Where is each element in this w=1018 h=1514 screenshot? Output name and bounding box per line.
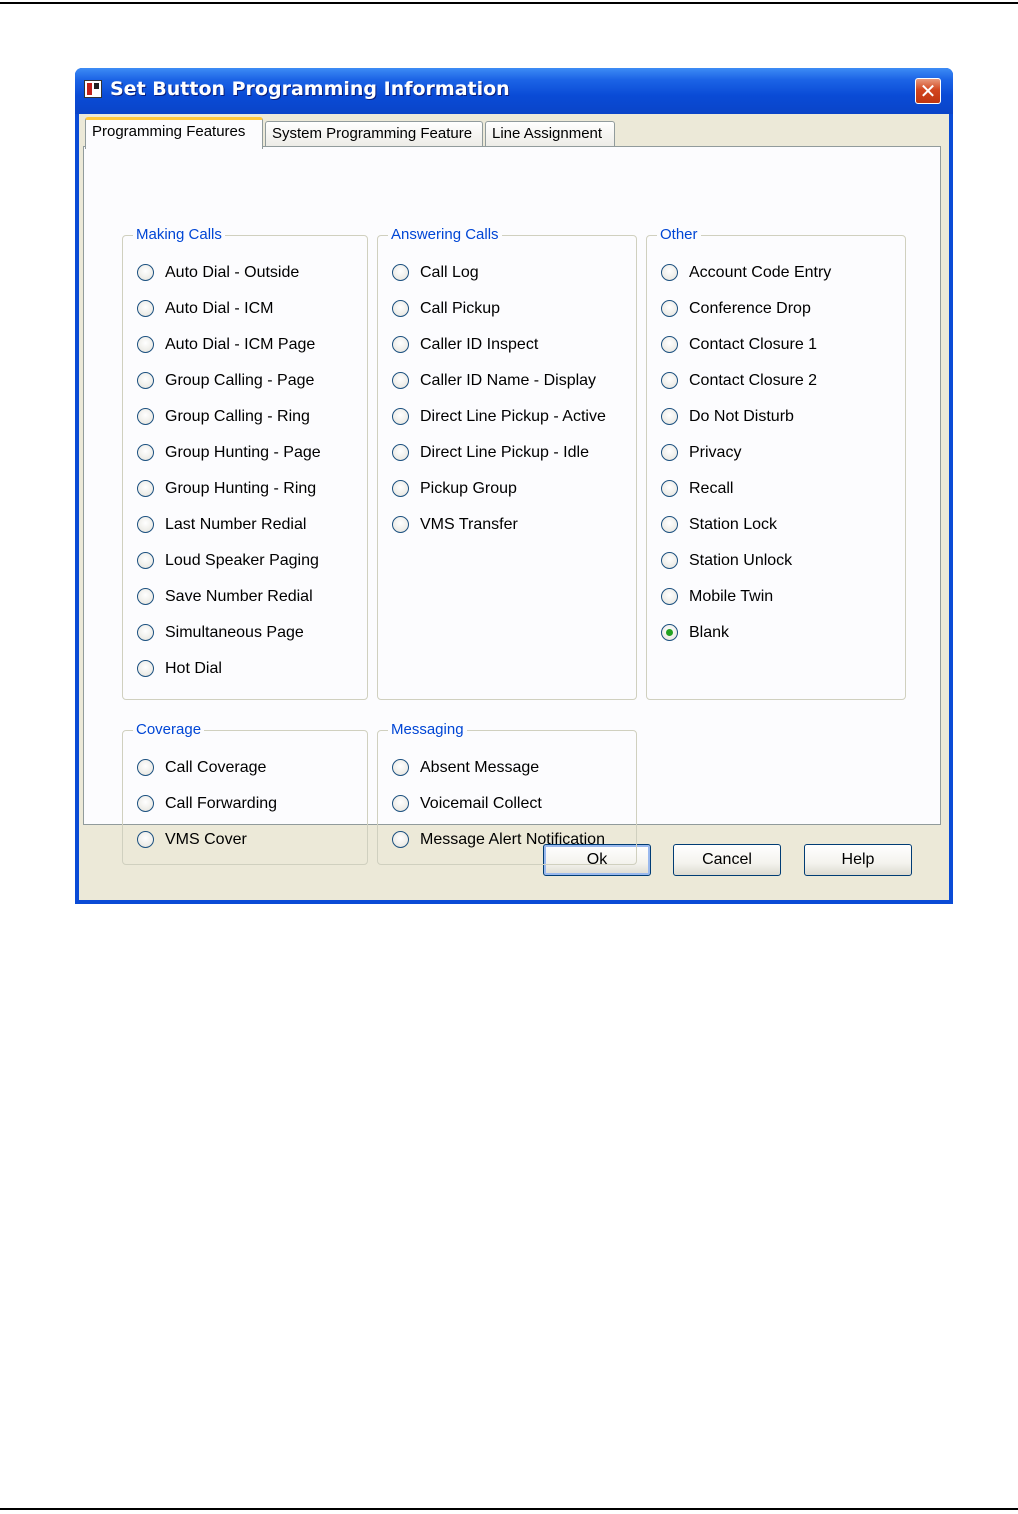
radio-label[interactable]: Group Hunting - Ring	[165, 478, 316, 500]
tab-panel: Making Calls Auto Dial - Outside Auto Dia…	[83, 146, 941, 865]
radio-label[interactable]: Absent Message	[420, 757, 539, 779]
radio-label[interactable]: Last Number Redial	[165, 514, 306, 536]
radio-label[interactable]: Pickup Group	[420, 478, 517, 500]
radio-label[interactable]: VMS Transfer	[420, 514, 518, 536]
radio-label[interactable]: Hot Dial	[165, 658, 222, 680]
group-other: Other Account Code Entry Conference Drop C…	[646, 226, 906, 700]
group-coverage: Coverage Call Coverage Call Forwarding VMS…	[122, 721, 368, 865]
radio-button[interactable]	[392, 795, 409, 812]
radio-button[interactable]	[137, 480, 154, 497]
radio-label[interactable]: Auto Dial - Outside	[165, 262, 299, 284]
dialog-window: Set Button Programming Information ✕ Pro…	[75, 68, 953, 904]
group-title-answering-calls: Answering Calls	[388, 226, 502, 244]
radio-button[interactable]	[661, 552, 678, 569]
radio-label[interactable]: Call Forwarding	[165, 793, 277, 815]
radio-button[interactable]	[137, 336, 154, 353]
radio-button[interactable]	[137, 759, 154, 776]
radio-label[interactable]: Station Unlock	[689, 550, 792, 572]
radio-label[interactable]: VMS Cover	[165, 829, 247, 851]
title-bar[interactable]: Set Button Programming Information ✕	[75, 68, 953, 114]
radio-button[interactable]	[137, 660, 154, 677]
radio-button[interactable]	[137, 300, 154, 317]
radio-button[interactable]	[392, 480, 409, 497]
radio-button[interactable]	[392, 300, 409, 317]
radio-button[interactable]	[661, 480, 678, 497]
radio-label[interactable]: Auto Dial - ICM	[165, 298, 273, 320]
radio-label[interactable]: Voicemail Collect	[420, 793, 542, 815]
radio-label[interactable]: Group Calling - Page	[165, 370, 314, 392]
radio-label[interactable]: Direct Line Pickup - Idle	[420, 442, 589, 464]
page-bottom-rule	[0, 1508, 1018, 1510]
close-button[interactable]: ✕	[915, 78, 941, 104]
radio-label[interactable]: Call Pickup	[420, 298, 500, 320]
radio-button[interactable]	[661, 336, 678, 353]
radio-label[interactable]: Caller ID Name - Display	[420, 370, 596, 392]
radio-button[interactable]	[137, 516, 154, 533]
radio-label[interactable]: Recall	[689, 478, 733, 500]
radio-button[interactable]	[392, 336, 409, 353]
radio-label[interactable]: Loud Speaker Paging	[165, 550, 319, 572]
radio-button[interactable]	[392, 516, 409, 533]
group-messaging: Messaging Absent Message Voicemail Collec…	[377, 721, 637, 865]
radio-label[interactable]: Call Coverage	[165, 757, 266, 779]
group-title-messaging: Messaging	[388, 721, 467, 739]
app-icon	[84, 80, 102, 98]
radio-label[interactable]: Privacy	[689, 442, 741, 464]
radio-button[interactable]	[661, 408, 678, 425]
radio-button[interactable]	[661, 444, 678, 461]
radio-label[interactable]: Contact Closure 2	[689, 370, 817, 392]
radio-label[interactable]: Message Alert Notification	[420, 829, 605, 851]
group-title-other: Other	[657, 226, 701, 244]
radio-label[interactable]: Group Hunting - Page	[165, 442, 321, 464]
cancel-button[interactable]: Cancel	[673, 844, 781, 876]
radio-label[interactable]: Account Code Entry	[689, 262, 831, 284]
radio-label[interactable]: Conference Drop	[689, 298, 811, 320]
radio-label[interactable]: Auto Dial - ICM Page	[165, 334, 315, 356]
radio-button[interactable]	[137, 408, 154, 425]
radio-label[interactable]: Contact Closure 1	[689, 334, 817, 356]
radio-button[interactable]	[137, 552, 154, 569]
radio-label[interactable]: Station Lock	[689, 514, 777, 536]
page-top-rule	[0, 2, 1018, 4]
tab-line-assignment[interactable]: Line Assignment	[485, 121, 615, 147]
radio-label[interactable]: Caller ID Inspect	[420, 334, 538, 356]
group-making-calls: Making Calls Auto Dial - Outside Auto Dia…	[122, 226, 368, 700]
radio-button[interactable]	[392, 759, 409, 776]
radio-button[interactable]	[392, 264, 409, 281]
dialog-client-area: Programming Features System Programming …	[79, 114, 949, 900]
radio-button[interactable]	[137, 372, 154, 389]
window-title: Set Button Programming Information	[110, 78, 510, 100]
radio-button[interactable]	[137, 795, 154, 812]
radio-button[interactable]	[137, 624, 154, 641]
radio-label[interactable]: Save Number Redial	[165, 586, 313, 608]
radio-label[interactable]: Call Log	[420, 262, 479, 284]
radio-button[interactable]	[392, 408, 409, 425]
radio-button[interactable]	[392, 372, 409, 389]
help-button[interactable]: Help	[804, 844, 912, 876]
radio-button[interactable]	[392, 444, 409, 461]
radio-button[interactable]	[392, 831, 409, 848]
radio-label[interactable]: Mobile Twin	[689, 586, 773, 608]
radio-button[interactable]	[661, 300, 678, 317]
radio-label[interactable]: Direct Line Pickup - Active	[420, 406, 606, 428]
tab-system-programming-feature[interactable]: System Programming Feature	[265, 121, 483, 147]
radio-button[interactable]	[137, 588, 154, 605]
group-title-coverage: Coverage	[133, 721, 205, 739]
radio-button[interactable]	[661, 264, 678, 281]
radio-button[interactable]	[661, 372, 678, 389]
radio-button[interactable]	[137, 444, 154, 461]
group-title-making-calls: Making Calls	[133, 226, 225, 244]
tab-programming-features[interactable]: Programming Features	[85, 117, 263, 149]
radio-button[interactable]	[661, 624, 678, 641]
close-icon: ✕	[919, 79, 937, 103]
radio-label[interactable]: Blank	[689, 622, 729, 644]
radio-button[interactable]	[137, 831, 154, 848]
radio-label[interactable]: Simultaneous Page	[165, 622, 304, 644]
group-answering-calls: Answering Calls Call Log Call Pickup Calle…	[377, 226, 637, 700]
radio-label[interactable]: Group Calling - Ring	[165, 406, 310, 428]
radio-button[interactable]	[137, 264, 154, 281]
radio-label[interactable]: Do Not Disturb	[689, 406, 794, 428]
radio-button[interactable]	[661, 588, 678, 605]
radio-button[interactable]	[661, 516, 678, 533]
